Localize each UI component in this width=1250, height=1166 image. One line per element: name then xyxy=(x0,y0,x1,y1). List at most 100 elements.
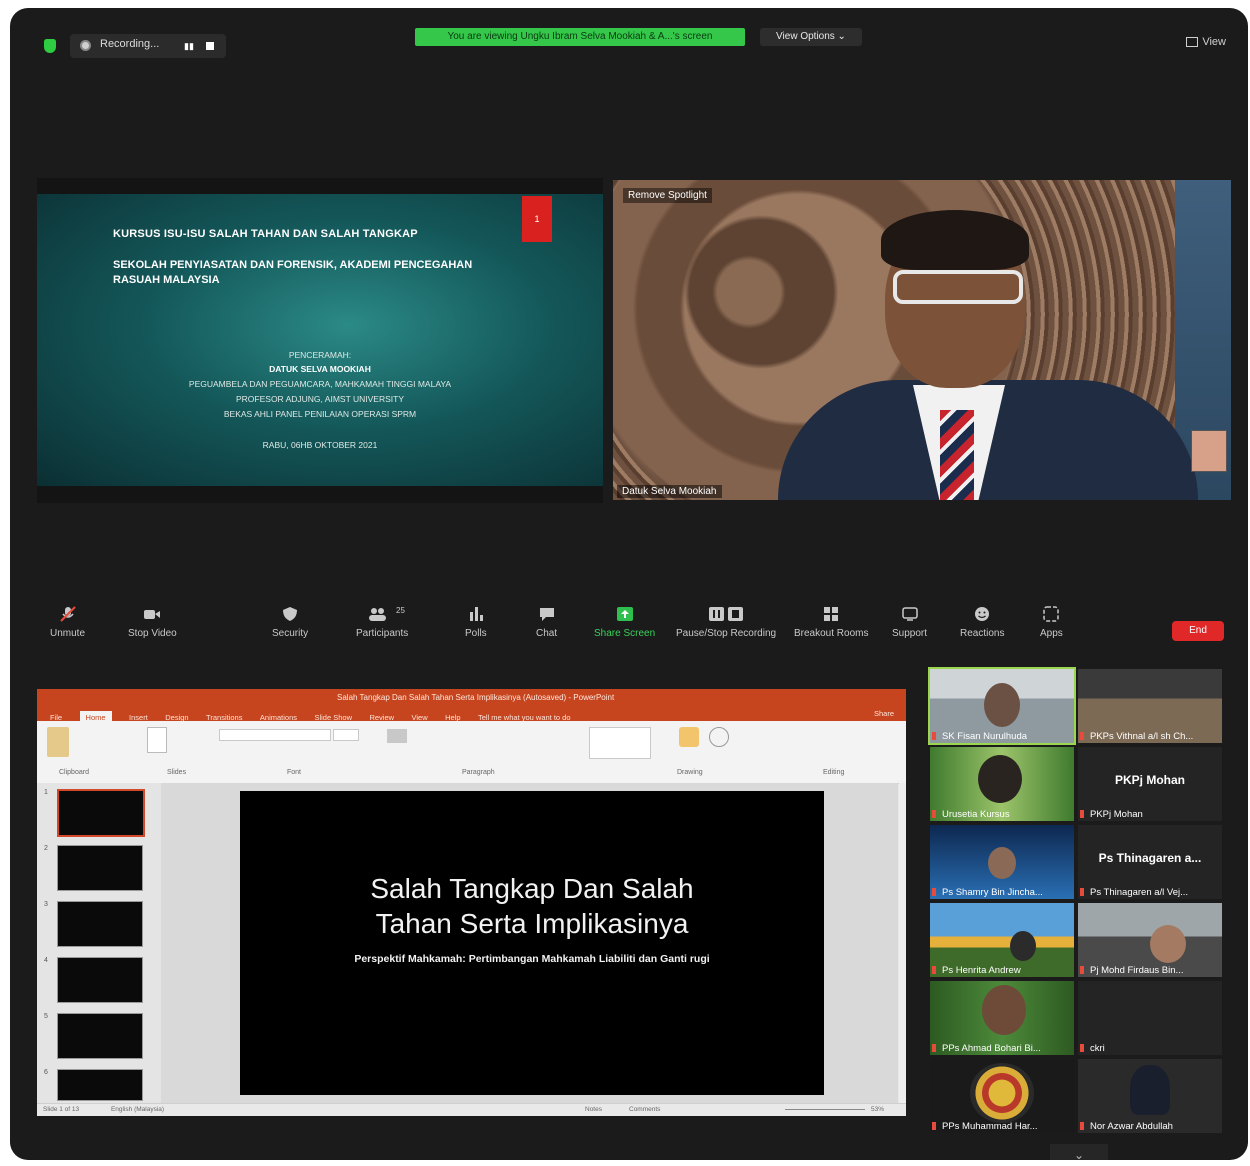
slide-background: 1 KURSUS ISU-ISU SALAH TAHAN DAN SALAH T… xyxy=(37,194,603,486)
participant-name: Ps Henrita Andrew xyxy=(932,965,1021,976)
paragraph-icon[interactable] xyxy=(387,729,407,743)
participant-name: Ps Shamry Bin Jincha... xyxy=(932,887,1043,898)
muted-mic-icon xyxy=(932,966,936,975)
meeting-top-bar: Recording... ▮▮ You are viewing Ungku Ib… xyxy=(10,8,1248,68)
participant-tile[interactable]: PKPs Vithnal a/l sh Ch... xyxy=(1078,669,1222,743)
current-slide-title[interactable]: Salah Tangkap Dan Salah Tahan Serta Impl… xyxy=(240,871,824,941)
slide-editing-canvas[interactable]: Salah Tangkap Dan Salah Tahan Serta Impl… xyxy=(161,783,898,1103)
muted-mic-icon xyxy=(932,888,936,897)
participant-face xyxy=(978,755,1022,803)
muted-mic-icon xyxy=(1080,1044,1084,1053)
participant-tile[interactable]: Ps Shamry Bin Jincha... xyxy=(930,825,1074,899)
current-slide[interactable]: Salah Tangkap Dan Salah Tahan Serta Impl… xyxy=(240,791,824,1095)
video-camera-icon xyxy=(144,610,161,619)
recording-dot-icon xyxy=(80,40,91,51)
powerpoint-window: Salah Tangkap Dan Salah Tahan Serta Impl… xyxy=(37,689,906,1116)
participant-name: PPs Muhammad Har... xyxy=(932,1121,1038,1132)
zoom-level[interactable]: 53% xyxy=(871,1104,884,1116)
slide-count: Slide 1 of 13 xyxy=(43,1106,80,1113)
participant-tile[interactable]: Pj Mohd Firdaus Bin... xyxy=(1078,903,1222,977)
group-font: Font xyxy=(287,769,302,776)
muted-mic-icon xyxy=(1080,888,1084,897)
stop-video-button[interactable]: Stop Video xyxy=(128,606,177,639)
shapes-gallery[interactable] xyxy=(589,727,651,759)
participant-tile[interactable]: ckri xyxy=(1078,981,1222,1055)
slide-thumbnail-6[interactable] xyxy=(57,1069,143,1101)
recording-indicator: Recording... ▮▮ xyxy=(70,34,226,58)
group-clipboard: Clipboard xyxy=(59,769,89,776)
participant-tile[interactable]: Ps Thinagaren a... Ps Thinagaren a/l Vej… xyxy=(1078,825,1222,899)
participant-name-text: Ps Henrita Andrew xyxy=(942,965,1021,976)
polls-button[interactable]: Polls xyxy=(465,606,487,639)
reactions-button[interactable]: Reactions xyxy=(960,606,1004,639)
zoom-slider[interactable] xyxy=(785,1109,865,1110)
participants-label: Participants xyxy=(356,628,409,639)
language-indicator[interactable]: English (Malaysia) xyxy=(111,1106,164,1113)
view-button[interactable]: View xyxy=(1186,36,1226,48)
self-view-thumbnail[interactable] xyxy=(1191,430,1227,472)
muted-mic-icon xyxy=(1080,732,1084,741)
muted-mic-icon xyxy=(1080,810,1084,819)
participant-tile[interactable]: PPs Ahmad Bohari Bi... xyxy=(930,981,1074,1055)
slide-thumbnail-3[interactable] xyxy=(57,901,143,947)
end-meeting-button[interactable]: End xyxy=(1172,621,1224,641)
new-slide-icon[interactable] xyxy=(147,727,167,753)
participant-gallery: SK Fisan Nurulhuda PKPs Vithnal a/l sh C… xyxy=(928,667,1226,1139)
gallery-next-page-button[interactable]: ⌄ xyxy=(1050,1144,1108,1160)
slide-num-2: 2 xyxy=(44,845,48,852)
notes-button[interactable]: Notes xyxy=(585,1104,602,1116)
participant-tile[interactable]: Urusetia Kursus xyxy=(930,747,1074,821)
chat-button[interactable]: Chat xyxy=(536,606,557,639)
ribbon-tabs: File Home Insert Design Transitions Anim… xyxy=(37,707,906,725)
breakout-rooms-label: Breakout Rooms xyxy=(794,628,869,639)
pause-stop-recording-icon xyxy=(709,607,744,621)
slide-thumbnail-1[interactable] xyxy=(57,789,145,837)
participant-name: PKPj Mohan xyxy=(1080,809,1143,820)
muted-mic-icon xyxy=(932,732,936,741)
participant-tile[interactable]: SK Fisan Nurulhuda xyxy=(928,667,1076,745)
remove-spotlight-button[interactable]: Remove Spotlight xyxy=(623,188,712,203)
font-size-input[interactable] xyxy=(333,729,359,741)
stop-recording-icon[interactable] xyxy=(206,42,214,50)
participant-tile[interactable]: Nor Azwar Abdullah xyxy=(1078,1059,1222,1133)
muted-mic-icon xyxy=(932,1122,936,1131)
comments-button[interactable]: Comments xyxy=(629,1104,660,1116)
share-screen-button[interactable]: Share Screen xyxy=(594,606,655,639)
share-button[interactable]: Share xyxy=(874,707,894,721)
pause-recording-icon[interactable]: ▮▮ xyxy=(184,41,194,51)
participant-name-text: Urusetia Kursus xyxy=(942,809,1010,820)
view-label: View xyxy=(1202,36,1226,48)
slide-thumbnail-4[interactable] xyxy=(57,957,143,1003)
speaker-video[interactable]: Remove Spotlight Datuk Selva Mookiah xyxy=(613,180,1231,500)
view-options-button[interactable]: View Options ⌄ xyxy=(760,28,862,46)
agency-crest-icon xyxy=(970,1063,1034,1123)
support-button[interactable]: Support xyxy=(892,606,927,639)
participant-face xyxy=(1130,1065,1170,1115)
participant-tile[interactable]: Ps Henrita Andrew xyxy=(930,903,1074,977)
slide-page-number: 1 xyxy=(522,196,552,242)
current-slide-subtitle[interactable]: Perspektif Mahkamah: Pertimbangan Mahkam… xyxy=(240,953,824,965)
slide-speaker-heading: PENCERAMAH: xyxy=(288,350,352,360)
shield-icon[interactable] xyxy=(44,39,56,53)
pause-stop-recording-button[interactable]: Pause/Stop Recording xyxy=(676,606,776,639)
participant-name-text: PKPj Mohan xyxy=(1090,809,1143,820)
participants-icon xyxy=(369,608,387,621)
participant-tile[interactable]: PPs Muhammad Har... xyxy=(930,1059,1074,1133)
paste-icon[interactable] xyxy=(47,727,69,757)
security-button[interactable]: Security xyxy=(272,606,308,639)
arrange-icon[interactable] xyxy=(679,727,699,747)
slide-thumbnail-5[interactable] xyxy=(57,1013,143,1059)
slide-thumbnail-2[interactable] xyxy=(57,845,143,891)
breakout-rooms-button[interactable]: Breakout Rooms xyxy=(794,606,868,639)
canvas-scrollbar[interactable] xyxy=(899,783,906,1103)
quick-styles-icon[interactable] xyxy=(709,727,729,747)
font-name-input[interactable] xyxy=(219,729,331,741)
participants-button[interactable]: 25 Participants xyxy=(356,606,408,639)
share-screen-icon xyxy=(616,607,633,621)
participant-tile[interactable]: PKPj Mohan PKPj Mohan xyxy=(1078,747,1222,821)
unmute-button[interactable]: Unmute xyxy=(50,606,85,639)
participant-name-text: PPs Ahmad Bohari Bi... xyxy=(942,1043,1041,1054)
apps-button[interactable]: Apps xyxy=(1040,606,1063,639)
polls-label: Polls xyxy=(465,628,487,639)
chat-icon xyxy=(539,608,554,621)
